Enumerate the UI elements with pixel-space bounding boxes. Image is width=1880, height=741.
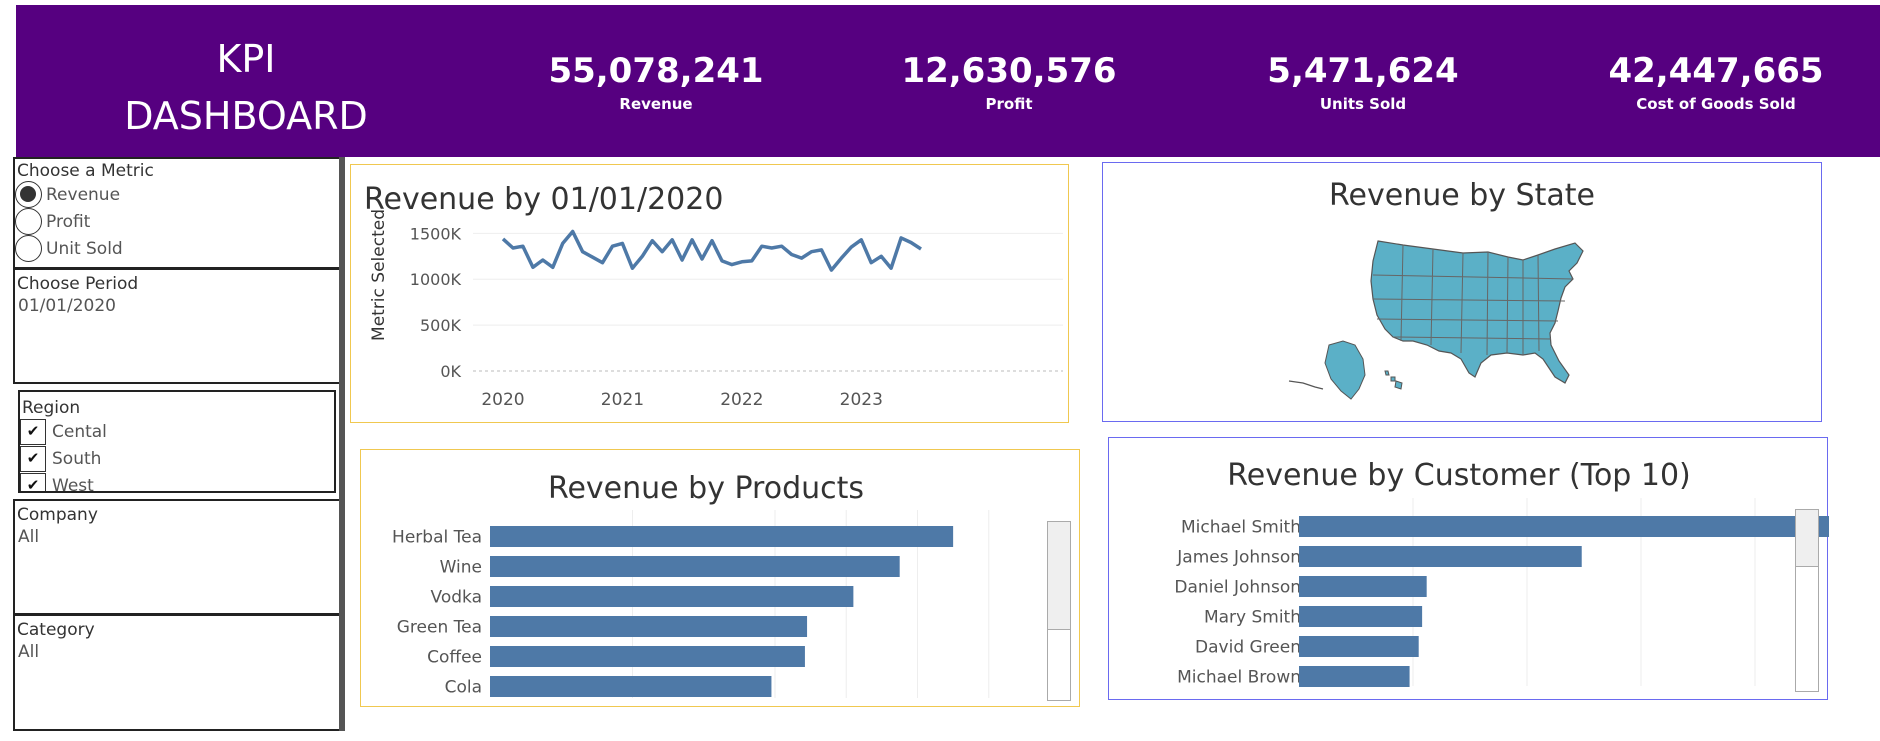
trend-y-tick: 1000K — [410, 270, 462, 289]
customer-category-label: David Green — [1195, 638, 1301, 658]
trend-y-axis-label: Metric Selected — [369, 209, 389, 341]
customers-scrollbar-thumb[interactable] — [1796, 510, 1818, 567]
product-bar — [490, 616, 808, 637]
trend-x-tick: 2022 — [720, 390, 763, 410]
region-option-label: South — [52, 448, 102, 469]
product-bar — [490, 526, 954, 547]
region-option-label: West — [52, 475, 94, 493]
trend-y-tick: 0K — [440, 362, 461, 381]
customer-category-label: Michael Smith — [1181, 518, 1301, 538]
trend-line-chart: Metric Selected 0K 500K 1000K 1500K 2020 2021… — [369, 209, 1063, 410]
dashboard-title: KPI DASHBOARD — [16, 31, 476, 145]
metric-option-profit[interactable]: Profit — [15, 208, 339, 235]
product-category-label: Herbal Tea — [392, 528, 482, 548]
product-category-label: Cola — [445, 678, 482, 698]
product-bar — [490, 676, 772, 697]
metric-option-label: Unit Sold — [46, 238, 123, 259]
region-option-cental[interactable]: ✔ Cental — [20, 418, 334, 445]
trend-x-tick: 2021 — [601, 390, 644, 410]
product-category-label: Wine — [440, 558, 482, 578]
metric-option-label: Profit — [46, 211, 91, 232]
region-filter-title: Region — [22, 398, 81, 418]
kpi-units-sold: 5,471,624 Units Sold — [1213, 51, 1513, 113]
category-filter[interactable]: Category All — [13, 614, 341, 731]
trend-x-tick: 2020 — [481, 390, 524, 410]
kpi-profit: 12,630,576 Profit — [859, 51, 1159, 113]
customers-scrollbar[interactable] — [1795, 509, 1819, 692]
products-scrollbar-thumb[interactable] — [1048, 522, 1070, 630]
customer-bar — [1299, 606, 1423, 627]
trend-y-tick: 500K — [420, 316, 462, 335]
kpi-cogs-value: 42,447,665 — [1608, 51, 1824, 91]
category-filter-value[interactable]: All — [15, 640, 339, 662]
kpi-revenue: 55,078,241 Revenue — [506, 51, 806, 113]
customer-bar — [1299, 576, 1427, 597]
product-category-label: Green Tea — [397, 618, 482, 638]
customer-category-label: Mary Smith — [1204, 608, 1301, 628]
metric-filter: Choose a Metric Revenue Profit Unit Sold — [13, 157, 341, 269]
metric-option-unit-sold[interactable]: Unit Sold — [15, 235, 339, 262]
category-filter-title: Category — [17, 620, 95, 640]
product-category-label: Vodka — [431, 588, 482, 608]
period-filter-value[interactable]: 01/01/2020 — [15, 294, 339, 316]
region-option-south[interactable]: ✔ South — [20, 445, 334, 472]
period-filter[interactable]: Choose Period 01/01/2020 — [13, 268, 341, 384]
checkmark-icon[interactable]: ✔ — [20, 418, 46, 445]
customer-category-label: James Johnson — [1176, 548, 1301, 568]
customer-bar — [1299, 666, 1410, 687]
trend-y-tick: 1500K — [410, 224, 462, 243]
filter-panel-edge — [339, 157, 345, 731]
region-option-label: Cental — [52, 421, 107, 442]
company-filter-value[interactable]: All — [15, 525, 339, 547]
trend-chart-panel: Revenue by 01/01/2020 Metric Selected 0K… — [350, 164, 1069, 423]
product-bar — [490, 586, 854, 607]
kpi-profit-value: 12,630,576 — [901, 51, 1117, 91]
aleutian-islands — [1288, 380, 1324, 390]
metric-option-revenue[interactable]: Revenue — [15, 181, 339, 208]
product-category-label: Coffee — [427, 648, 482, 668]
state-map-panel: Revenue by State — [1102, 162, 1822, 422]
customer-bar — [1299, 546, 1582, 567]
customer-bar — [1299, 516, 1829, 537]
dashboard-title-line1: KPI — [216, 37, 276, 81]
kpi-units-sold-value: 5,471,624 — [1267, 51, 1459, 91]
products-chart-panel: Revenue by Products Herbal Tea Wine Vodka G… — [360, 449, 1080, 707]
region-option-west[interactable]: ✔ West — [20, 472, 334, 493]
radio-icon[interactable] — [15, 208, 42, 235]
metric-filter-title: Choose a Metric — [17, 161, 154, 181]
products-bar-chart: Herbal Tea Wine Vodka Green Tea Coffee Cola — [392, 510, 990, 698]
kpi-header: KPI DASHBOARD 55,078,241 Revenue 12,630,… — [16, 5, 1880, 157]
radio-icon[interactable] — [15, 235, 42, 262]
company-filter-title: Company — [17, 505, 98, 525]
product-bar — [490, 556, 900, 577]
us-states-map[interactable] — [1103, 163, 1823, 423]
revenue-trend-line — [501, 229, 922, 272]
products-scrollbar[interactable] — [1047, 521, 1071, 701]
radio-selected-icon[interactable] — [15, 181, 42, 208]
checkmark-icon[interactable]: ✔ — [20, 472, 46, 491]
hawaii-shape — [1384, 370, 1403, 390]
customers-bar-chart: Michael Smith James Johnson Daniel Johnson… — [1174, 498, 1829, 688]
company-filter[interactable]: Company All — [13, 499, 341, 615]
period-filter-title: Choose Period — [17, 274, 139, 294]
dashboard-title-line2: DASHBOARD — [124, 94, 368, 138]
kpi-revenue-label: Revenue — [619, 95, 693, 113]
product-bar — [490, 646, 805, 667]
kpi-cogs: 42,447,665 Cost of Goods Sold — [1566, 51, 1866, 113]
kpi-units-sold-label: Units Sold — [1319, 95, 1407, 113]
kpi-profit-label: Profit — [985, 95, 1033, 113]
alaska-shape — [1324, 340, 1366, 400]
kpi-revenue-value: 55,078,241 — [548, 51, 764, 91]
region-filter: Region ✔ Cental ✔ South ✔ West — [18, 390, 336, 493]
checkmark-icon[interactable]: ✔ — [20, 445, 46, 472]
customer-category-label: Michael Brown — [1177, 668, 1301, 688]
metric-option-label: Revenue — [46, 184, 121, 205]
trend-x-tick: 2023 — [840, 390, 883, 410]
customers-chart-panel: Revenue by Customer (Top 10) Michael Smi… — [1108, 437, 1829, 700]
customer-category-label: Daniel Johnson — [1174, 578, 1301, 598]
kpi-cogs-label: Cost of Goods Sold — [1636, 95, 1796, 113]
customer-bar — [1299, 636, 1419, 657]
